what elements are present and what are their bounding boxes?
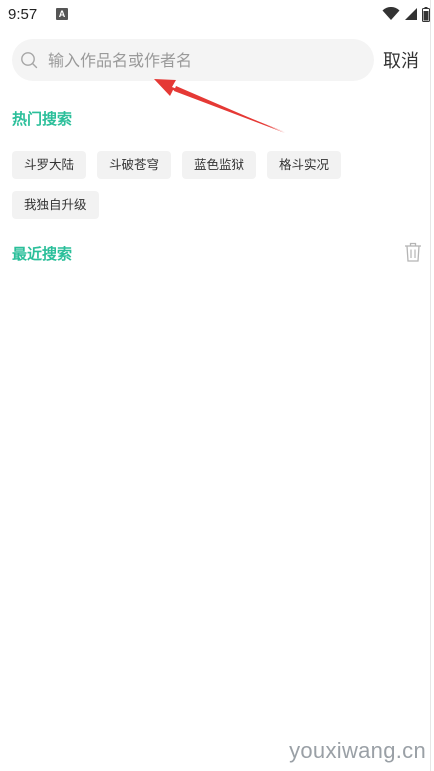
battery-icon: [422, 6, 430, 22]
status-icons: [382, 6, 430, 22]
divider: [430, 0, 431, 771]
search-input[interactable]: [48, 39, 364, 81]
hot-search-tag[interactable]: 蓝色监狱: [182, 151, 257, 179]
hot-search-tags: 斗罗大陆 斗破苍穹 蓝色监狱 格斗实况 我独自升级: [12, 151, 412, 219]
status-bar: 9:57 A: [0, 0, 434, 30]
search-row: 取消: [12, 39, 428, 81]
status-time: 9:57: [8, 6, 38, 23]
search-icon: [21, 52, 38, 69]
search-box[interactable]: [12, 39, 374, 81]
hot-search-tag[interactable]: 斗破苍穹: [97, 151, 172, 179]
signal-icon: [405, 8, 417, 20]
hot-search-tag[interactable]: 格斗实况: [267, 151, 342, 179]
recent-search-title: 最近搜索: [12, 245, 73, 263]
wifi-icon: [382, 7, 400, 20]
hot-search-title: 热门搜索: [12, 110, 73, 128]
watermark: youxiwang.cn: [289, 738, 426, 763]
trash-icon[interactable]: [404, 242, 422, 262]
hot-search-tag[interactable]: 我独自升级: [12, 191, 99, 219]
hot-search-tag[interactable]: 斗罗大陆: [12, 151, 87, 179]
notification-icon: A: [56, 8, 68, 20]
cancel-button[interactable]: 取消: [383, 47, 419, 73]
